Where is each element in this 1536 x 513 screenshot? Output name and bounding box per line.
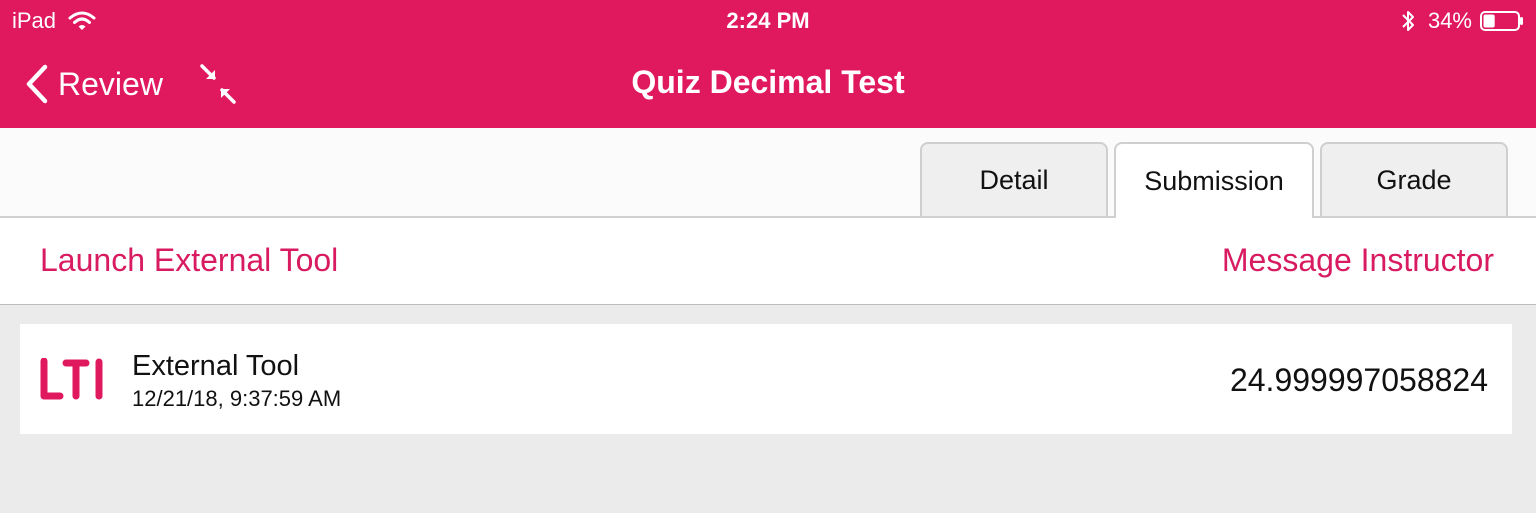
- back-label: Review: [58, 65, 163, 102]
- message-instructor-link[interactable]: Message Instructor: [1222, 242, 1494, 279]
- battery-percent: 34%: [1427, 8, 1472, 33]
- tab-bar: Detail Submission Grade: [0, 128, 1536, 218]
- lti-logo-icon: [40, 358, 103, 400]
- status-right: 34%: [1400, 8, 1524, 34]
- status-time: 2:24 PM: [726, 8, 810, 33]
- bluetooth-icon: [1402, 11, 1414, 31]
- tab-detail-label: Detail: [979, 164, 1049, 195]
- tab-submission[interactable]: Submission: [1114, 142, 1314, 218]
- battery-icon: [1480, 11, 1523, 31]
- nav-bar: Review Quiz Decimal Test: [0, 40, 1536, 128]
- submission-date: 12/21/18, 9:37:59 AM: [132, 386, 342, 411]
- submission-title: External Tool: [132, 350, 300, 382]
- submission-row[interactable]: External Tool 12/21/18, 9:37:59 AM 24.99…: [20, 324, 1512, 434]
- back-button[interactable]: Review: [24, 62, 163, 106]
- launch-external-tool-link[interactable]: Launch External Tool: [40, 242, 338, 279]
- submission-score: 24.999997058824: [1229, 362, 1488, 398]
- tab-submission-label: Submission: [1144, 165, 1284, 196]
- collapse-arrows-icon[interactable]: [196, 62, 240, 106]
- action-bar: Launch External Tool Message Instructor: [0, 218, 1536, 305]
- tab-grade-label: Grade: [1376, 164, 1452, 195]
- status-bar: iPad 2:24 PM 34%: [0, 0, 1536, 40]
- tab-detail[interactable]: Detail: [920, 142, 1108, 216]
- tab-grade[interactable]: Grade: [1320, 142, 1508, 216]
- chevron-left-icon: [26, 64, 48, 104]
